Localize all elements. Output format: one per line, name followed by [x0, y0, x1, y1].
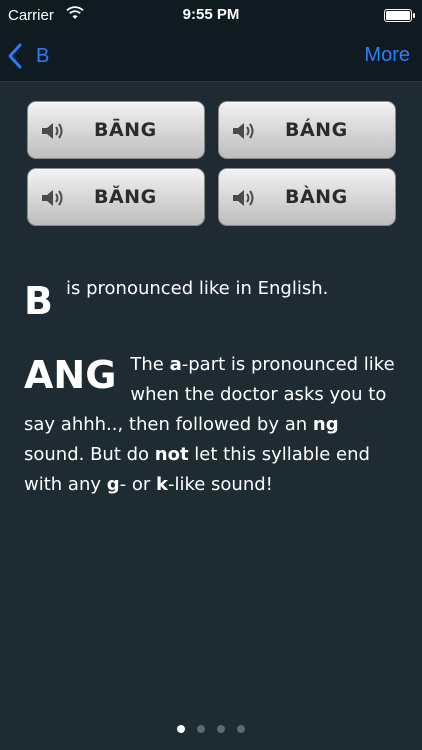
final-text-part: sound. But do — [24, 444, 155, 465]
final-text-bold: not — [154, 444, 189, 465]
final-explanation-block: ANG The a-part is pronounced like when t… — [24, 350, 399, 500]
final-text-part: -like sound! — [167, 474, 273, 495]
sound-button-grid: BĀNG BÁNG BǍNG BÀNG — [27, 101, 396, 227]
sound-button-label: BÀNG — [285, 186, 348, 208]
page-dot-1[interactable] — [177, 725, 185, 733]
final-text-part: - or — [119, 474, 156, 495]
back-button[interactable]: B — [8, 38, 49, 74]
speaker-icon — [40, 121, 66, 145]
page-control[interactable] — [0, 725, 422, 733]
page-dot-3[interactable] — [217, 725, 225, 733]
initial-explanation: is pronounced like in English. — [66, 278, 329, 299]
sound-button-bang-tone1[interactable]: BĀNG — [27, 101, 205, 159]
initial-heading: B — [24, 279, 53, 323]
chevron-left-icon — [8, 43, 22, 69]
sound-button-label: BÁNG — [285, 119, 348, 141]
final-text-bold: k — [155, 474, 168, 495]
status-time: 9:55 PM — [182, 6, 240, 23]
sound-button-bang-tone2[interactable]: BÁNG — [218, 101, 396, 159]
sound-button-label: BǍNG — [94, 186, 157, 208]
speaker-icon — [231, 121, 257, 145]
navigation-bar: B More — [0, 30, 422, 82]
page-dot-2[interactable] — [197, 725, 205, 733]
final-heading: ANG — [24, 353, 117, 397]
sound-button-label: BĀNG — [94, 119, 157, 141]
page-dot-4[interactable] — [237, 725, 245, 733]
back-button-label: B — [36, 44, 50, 67]
final-text-part: The — [130, 354, 170, 375]
sound-button-bang-tone4[interactable]: BÀNG — [218, 168, 396, 226]
final-text-bold: ng — [312, 414, 339, 435]
status-bar: Carrier 9:55 PM — [0, 0, 422, 30]
final-text-bold: a — [169, 354, 182, 375]
sound-button-bang-tone3[interactable]: BǍNG — [27, 168, 205, 226]
battery-icon — [384, 9, 415, 22]
more-button[interactable]: More — [364, 44, 410, 67]
speaker-icon — [40, 188, 66, 212]
final-text-bold: g — [106, 474, 120, 495]
speaker-icon — [231, 188, 257, 212]
